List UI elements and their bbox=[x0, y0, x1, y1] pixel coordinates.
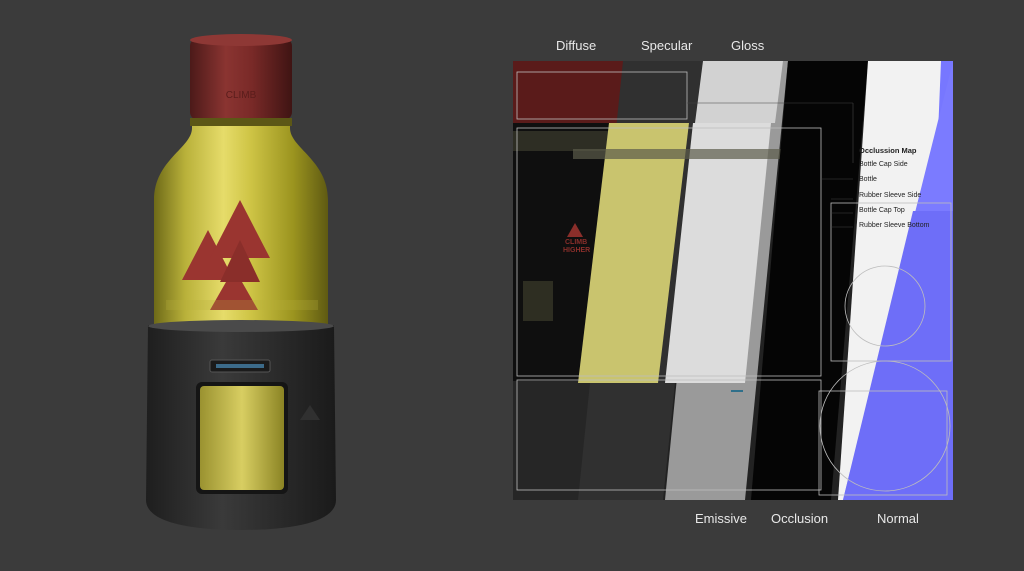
label-emissive: Emissive bbox=[695, 511, 748, 526]
rubber-sleeve bbox=[146, 320, 336, 530]
cap-engraving: CLIMB bbox=[226, 90, 257, 101]
label-specular: Specular bbox=[641, 38, 693, 53]
label-diffuse: Diffuse bbox=[556, 38, 597, 53]
atlas-label-cap-side: Bottle Cap Side bbox=[859, 161, 908, 168]
atlas-label-sleeve-bottom: Rubber Sleeve Bottom bbox=[859, 222, 930, 229]
bottle-render: CLIMB bbox=[146, 34, 336, 530]
sleeve-window bbox=[200, 386, 284, 490]
label-normal: Normal bbox=[877, 511, 919, 526]
label-occlusion: Occlusion bbox=[771, 511, 829, 526]
atlas-strips bbox=[513, 61, 953, 500]
atlas-title: Occlussion Map bbox=[859, 146, 917, 155]
diffuse-logo-text-1: CLIMB bbox=[565, 239, 588, 246]
texture-atlas: Occlussion Map Bottle Cap Side Bottle Ru… bbox=[513, 61, 953, 500]
diffuse-logo-text-2: HIGHER bbox=[563, 247, 591, 254]
atlas-label-sleeve-side: Rubber Sleeve Side bbox=[859, 192, 922, 199]
atlas-label-bottle: Bottle bbox=[859, 176, 877, 183]
atlas-label-cap-top: Bottle Cap Top bbox=[859, 207, 905, 214]
label-gloss: Gloss bbox=[731, 38, 765, 53]
bottle-cap: CLIMB bbox=[190, 34, 292, 120]
